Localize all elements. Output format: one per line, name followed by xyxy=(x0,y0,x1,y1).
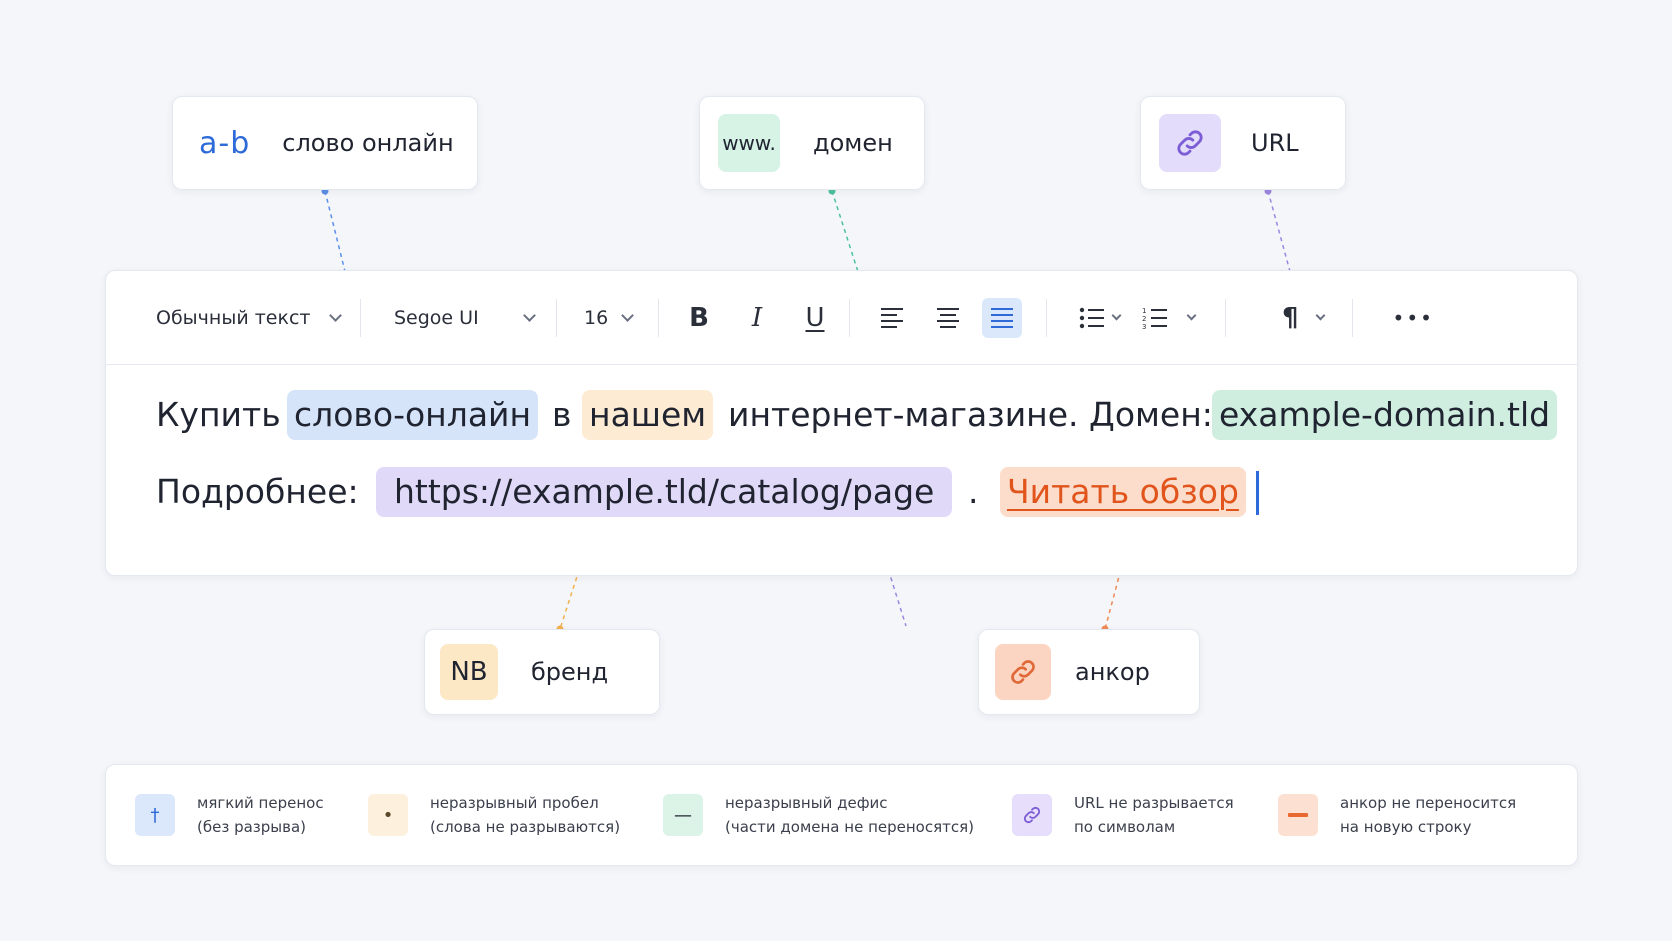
link-icon xyxy=(1012,794,1052,836)
callout-label: слово онлайн xyxy=(282,129,454,157)
svg-text:1: 1 xyxy=(1142,307,1146,315)
domain-glyph-tile: www. xyxy=(718,114,780,172)
paragraph-mark-button[interactable]: ¶ xyxy=(1282,302,1325,333)
toolbar-divider xyxy=(849,298,850,337)
link-icon xyxy=(995,644,1051,700)
legend-line: неразрывный пробел xyxy=(430,794,599,812)
callout-soft-hyphen: a-b слово онлайн xyxy=(172,96,478,190)
svg-text:3: 3 xyxy=(1142,323,1146,330)
font-select-value: Segoe UI xyxy=(394,306,479,329)
numbered-list-icon: 123 xyxy=(1142,307,1167,330)
legend-line: (части домена не переносятся) xyxy=(725,818,974,836)
soft-hyphen-glyph: a-b xyxy=(199,125,251,161)
italic-button[interactable]: I xyxy=(737,298,777,338)
align-justify-icon xyxy=(991,307,1013,328)
text-word: в xyxy=(552,395,572,434)
text-caret xyxy=(1256,471,1259,515)
soft-hyphen-word: слово-онлайн xyxy=(287,390,539,440)
style-select-value: Обычный текст xyxy=(156,306,311,329)
text-punct: . xyxy=(968,472,979,511)
legend-item-nbsp: • неразрывный пробел (слова не разрываютс… xyxy=(368,791,620,839)
text-word: Подробнее: xyxy=(156,472,359,511)
editor-toolbar: Обычный текст Segoe UI 16 B I U 1 2 3 ¶ … xyxy=(106,271,1577,365)
legend-item-nb-hyphen: — неразрывный дефис (части домена не пере… xyxy=(663,791,974,839)
legend-line: URL не разрывается xyxy=(1074,794,1234,812)
non-breaking-space-word: нашем xyxy=(582,390,714,440)
size-select[interactable]: 16 xyxy=(584,306,634,329)
legend-item-soft-hyphen: † мягкий перенос (без разрыва) xyxy=(135,791,324,839)
align-left-icon xyxy=(881,307,903,328)
toolbar-divider xyxy=(1351,298,1353,337)
chevron-down-icon xyxy=(1111,310,1122,320)
dot-icon: • xyxy=(368,794,408,836)
legend-bar: † мягкий перенос (без разрыва) • неразрыв… xyxy=(105,764,1578,866)
brand-glyph-tile: NB xyxy=(440,644,498,700)
legend-line: мягкий перенос xyxy=(197,794,324,812)
toolbar-divider xyxy=(1225,298,1226,337)
callout-brand: NB бренд xyxy=(424,629,660,715)
bullet-list-button[interactable] xyxy=(1079,306,1122,330)
soft-hyphen-icon: † xyxy=(135,794,175,836)
chevron-down-icon xyxy=(523,308,536,322)
anchor-link[interactable]: Читать обзор xyxy=(1000,467,1246,517)
bar-icon xyxy=(1278,794,1318,836)
callout-anchor: анкор xyxy=(978,629,1200,715)
chevron-down-icon xyxy=(621,308,634,322)
more-button[interactable]: ••• xyxy=(1393,306,1434,330)
toolbar-divider xyxy=(658,298,659,337)
legend-line: (без разрыва) xyxy=(197,818,307,836)
domain-word: example-domain.tld xyxy=(1212,390,1558,440)
align-justify-button[interactable] xyxy=(982,297,1022,338)
callout-url: URL xyxy=(1140,96,1346,190)
text-punct: . xyxy=(1538,395,1549,434)
text-word: Купить xyxy=(156,395,281,434)
svg-text:2: 2 xyxy=(1142,315,1146,323)
bold-button[interactable]: B xyxy=(679,298,719,338)
legend-item-anchor: анкор не переносится на новую строку xyxy=(1278,791,1516,839)
align-center-icon xyxy=(937,307,959,328)
callout-label: бренд xyxy=(531,658,609,686)
chevron-down-icon xyxy=(1186,310,1197,320)
chevron-down-icon xyxy=(329,308,342,322)
chevron-down-icon xyxy=(1315,310,1325,320)
font-select[interactable]: Segoe UI xyxy=(394,306,536,329)
pilcrow-icon: ¶ xyxy=(1282,302,1299,333)
align-center-button[interactable] xyxy=(928,298,968,338)
style-select[interactable]: Обычный текст xyxy=(156,307,344,329)
legend-line: (слова не разрываются) xyxy=(430,818,621,836)
size-select-value: 16 xyxy=(584,306,609,329)
legend-line: по символам xyxy=(1074,818,1176,836)
callout-label: домен xyxy=(813,129,893,157)
toolbar-divider xyxy=(556,298,557,337)
legend-line: анкор не переносится xyxy=(1340,794,1517,812)
legend-line: неразрывный дефис xyxy=(725,794,888,812)
dash-icon: — xyxy=(663,794,703,836)
callout-label: анкор xyxy=(1075,658,1150,686)
legend-item-url: URL не разрывается по символам xyxy=(1012,791,1234,839)
legend-line: на новую строку xyxy=(1340,818,1472,836)
editor-content[interactable]: Купить слово-онлайн в нашем интернет-маг… xyxy=(106,365,1577,575)
toolbar-divider xyxy=(360,298,361,337)
toolbar-divider xyxy=(1046,298,1047,337)
numbered-list-button[interactable]: 123 xyxy=(1142,306,1197,330)
bullet-list-icon xyxy=(1079,307,1104,328)
url-link[interactable]: https://example.tld/catalog/page xyxy=(376,467,953,517)
align-left-button[interactable] xyxy=(872,298,912,338)
link-icon xyxy=(1159,114,1221,172)
text-word: интернет-магазине. Домен: xyxy=(728,395,1213,434)
callout-domain: www. домен xyxy=(699,96,925,190)
text-editor[interactable]: Обычный текст Segoe UI 16 B I U 1 2 3 ¶ … xyxy=(105,270,1578,576)
callout-label: URL xyxy=(1251,129,1299,157)
underline-button[interactable]: U xyxy=(795,298,835,338)
